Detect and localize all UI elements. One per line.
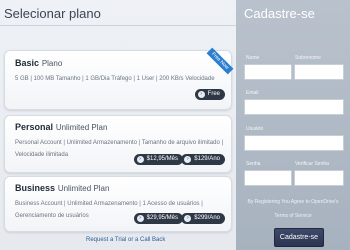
title-divider (0, 25, 236, 26)
plan-title: Business Unlimited Plan (15, 183, 109, 194)
usuario-input[interactable] (244, 135, 344, 151)
plan-name: Personal (15, 122, 54, 132)
business-yearly-button[interactable]: › $299/Ano (181, 213, 225, 224)
free-button-label: Free (207, 91, 220, 97)
arrow-icon: › (184, 215, 192, 222)
terms-of-service-link[interactable]: Terms of Service (236, 213, 350, 219)
signup-button[interactable]: Cadastre-se (274, 228, 324, 247)
personal-yearly-button[interactable]: › $129/Ano (181, 154, 225, 165)
senha-input[interactable] (244, 170, 292, 186)
business-monthly-label: $29,95/Mês (146, 215, 178, 221)
plan-subtitle: Unlimited Plan (57, 184, 110, 193)
free-button[interactable]: › Free (194, 89, 225, 100)
plan-selection-title: Selecionar plano (4, 6, 101, 21)
usuario-label: Usuário (246, 126, 264, 132)
plan-name: Business (15, 183, 56, 193)
verificar-senha-input[interactable] (294, 170, 344, 186)
personal-yearly-label: $129/Ano (194, 156, 220, 162)
plan-subtitle: Plano (41, 59, 63, 68)
email-label: Email (246, 90, 259, 96)
signup-panel: Cadastre-se Nome Sobrenome Email Usuário… (236, 0, 350, 250)
signup-title: Cadastre-se (244, 6, 315, 21)
personal-monthly-label: $12,95/Mês (146, 156, 178, 162)
plan-title: Basic Plano (15, 58, 62, 69)
nome-input[interactable] (244, 64, 292, 80)
email-input[interactable] (244, 99, 344, 115)
plan-card-basic[interactable]: Free Now Basic Plano 5 GB | 100 MB Taman… (4, 47, 234, 110)
business-yearly-label: $299/Ano (194, 215, 220, 221)
senha-label: Senha (246, 161, 261, 167)
plan-subtitle: Unlimited Plan (55, 123, 108, 132)
plan-card-business[interactable]: Business Unlimited Plan Business Account… (4, 176, 232, 232)
plan-card-personal[interactable]: Personal Unlimited Plan Personal Account… (4, 115, 232, 173)
nome-label: Nome (246, 55, 260, 61)
plan-title: Personal Unlimited Plan (15, 122, 107, 133)
plan-name: Basic (15, 58, 40, 68)
verificar-senha-label: Verificar Senha (295, 161, 329, 167)
arrow-icon: › (136, 156, 144, 163)
free-now-ribbon: Free Now (206, 47, 234, 75)
business-monthly-button[interactable]: › $29,95/Mês (133, 213, 183, 224)
arrow-icon: › (197, 91, 205, 98)
personal-monthly-button[interactable]: › $12,95/Mês (133, 154, 183, 165)
sobrenome-label: Sobrenome (295, 55, 321, 61)
sobrenome-input[interactable] (294, 64, 344, 80)
arrow-icon: › (136, 215, 144, 222)
plan-selection-panel: Selecionar plano Free Now Basic Plano 5 … (0, 0, 236, 250)
terms-text: By Registering You Agree to OpenDrive's (247, 199, 339, 205)
request-trial-link[interactable]: Request a Trial or a Call Back (86, 237, 165, 243)
plan-description: 5 GB | 100 MB Tamanho | 1 GB/Dia Tráfego… (15, 76, 215, 82)
arrow-icon: › (184, 156, 192, 163)
